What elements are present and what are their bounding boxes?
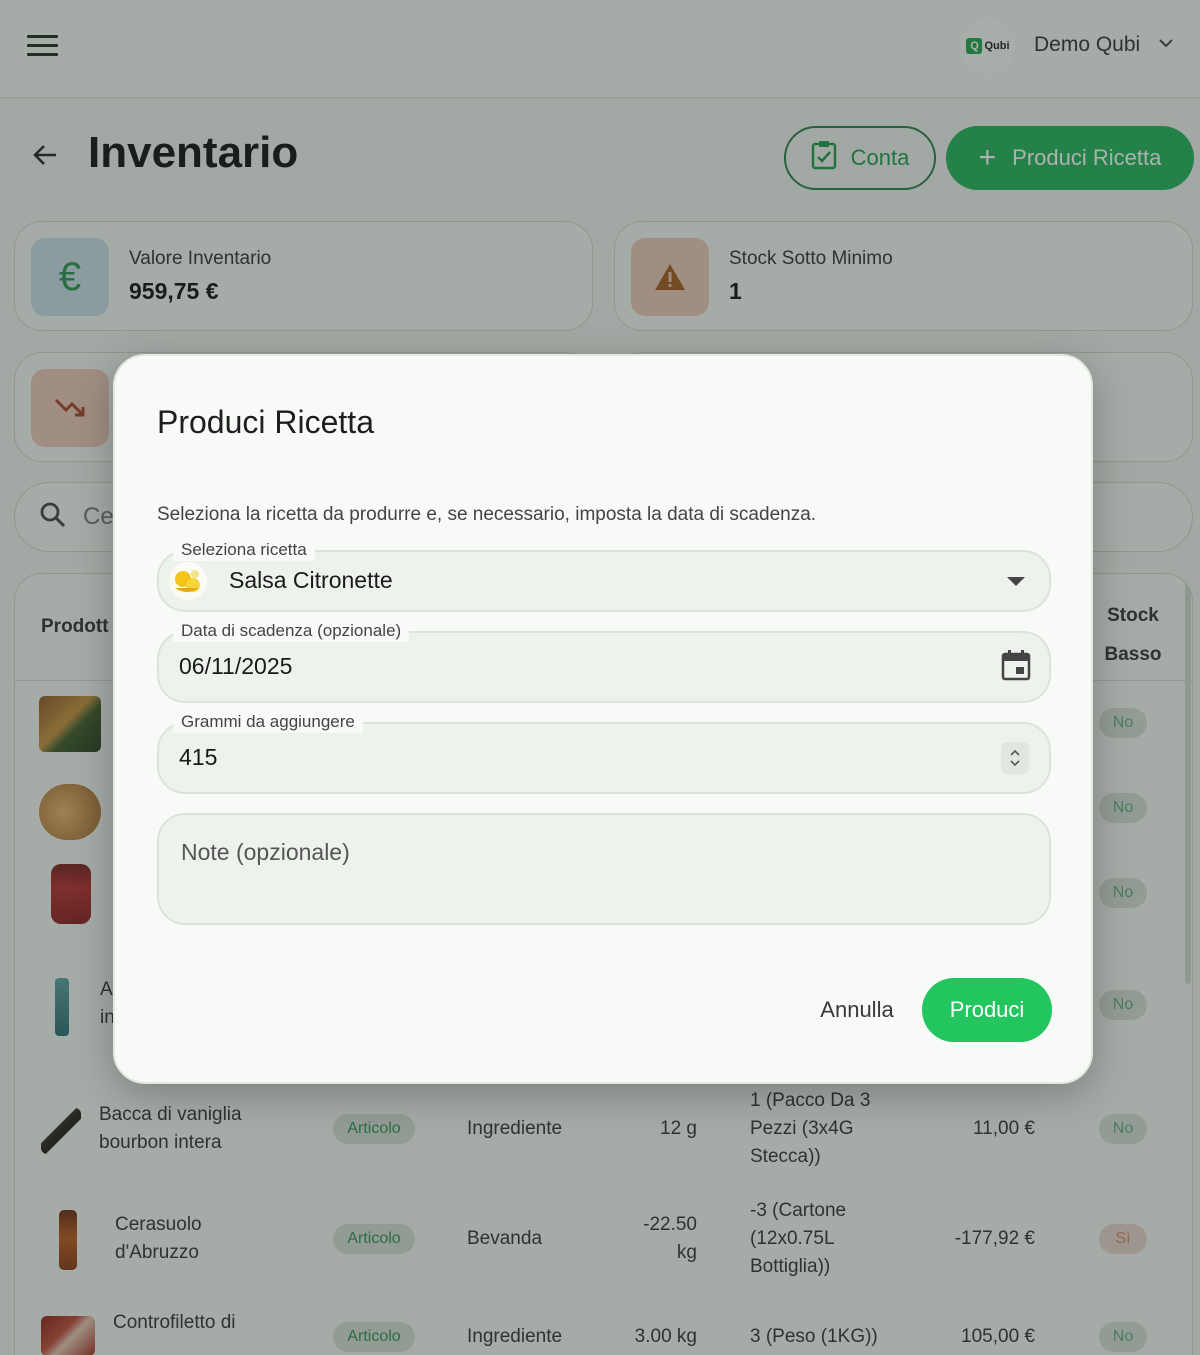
recipe-image xyxy=(169,562,207,600)
notes-placeholder: Note (opzionale) xyxy=(181,839,350,865)
grams-field[interactable]: Grammi da aggiungere 415 xyxy=(157,711,1051,794)
produci-button[interactable]: Produci xyxy=(922,978,1052,1042)
notes-textarea[interactable]: Note (opzionale) xyxy=(157,813,1051,925)
grams-value: 415 xyxy=(179,744,218,770)
dropdown-arrow-icon[interactable] xyxy=(1007,577,1025,586)
dialog-description: Seleziona la ricetta da produrre e, se n… xyxy=(157,504,817,525)
recipe-select-value: Salsa Citronette xyxy=(229,567,393,593)
dialog-title: Produci Ricetta xyxy=(157,404,374,440)
expiry-date-label: Data di scadenza (opzionale) xyxy=(173,620,410,642)
cancel-button[interactable]: Annulla xyxy=(805,978,909,1042)
grams-label: Grammi da aggiungere xyxy=(173,711,363,733)
number-stepper-icon[interactable] xyxy=(1001,742,1029,774)
produci-ricetta-dialog: Produci Ricetta Seleziona la ricetta da … xyxy=(113,354,1093,1084)
expiry-date-field[interactable]: Data di scadenza (opzionale) 06/11/2025 xyxy=(157,620,1051,703)
recipe-select[interactable]: Seleziona ricetta Salsa Citronette xyxy=(157,539,1051,612)
calendar-icon[interactable] xyxy=(1001,649,1031,681)
expiry-date-value: 06/11/2025 xyxy=(179,653,293,679)
recipe-select-label: Seleziona ricetta xyxy=(173,539,315,561)
